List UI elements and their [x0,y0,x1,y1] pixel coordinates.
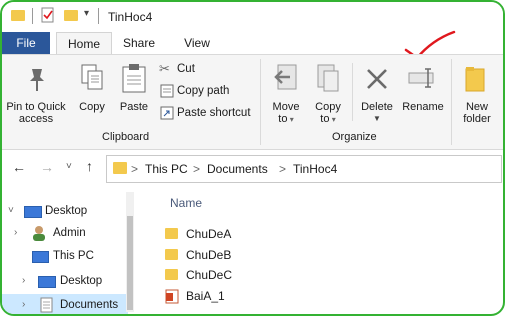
properties-icon[interactable] [41,7,55,23]
up-arrow-icon[interactable]: ↑ [86,158,93,174]
divider [352,63,353,121]
breadcrumb-separator: > [279,162,287,176]
delete-button[interactable]: Delete ▼ [356,57,398,129]
pin-label-2: access [18,113,54,125]
tree-item-desktop[interactable]: ˅ Desktop [2,200,132,222]
folder-icon [11,10,25,21]
copy-path-button[interactable]: Copy path [157,83,257,101]
user-icon [33,226,45,241]
copy-to-label-2: to ▾ [320,113,336,125]
organize-group-label: Organize [332,131,377,143]
scrollbar-thumb[interactable] [127,216,133,310]
divider [32,8,33,24]
tree-item-this-pc[interactable]: This PC [2,245,132,267]
breadcrumb-tinhoc4[interactable]: TinHoc4 [293,162,337,176]
copy-path-label: Copy path [177,85,230,97]
breadcrumb-separator: > [131,162,139,176]
paste-shortcut-label: Paste shortcut [177,107,251,119]
paste-label: Paste [119,101,149,113]
delete-label: Delete [361,101,393,113]
rename-button[interactable]: Rename [400,57,446,129]
address-bar[interactable]: > This PC > Documents > TinHoc4 [106,155,502,183]
computer-icon [32,251,49,263]
clipboard-group-label: Clipboard [102,131,150,143]
column-header-name[interactable]: Name [170,196,202,210]
copy-to-icon [317,64,339,92]
new-folder-button[interactable]: New folder [454,57,500,129]
tab-view[interactable]: View [172,32,222,54]
delete-dropdown-icon[interactable]: ▼ [356,113,398,125]
folder-icon [113,162,127,174]
breadcrumb-documents[interactable]: Documents [207,162,268,176]
new-folder-icon [465,67,485,92]
tree-label: Desktop [45,205,88,217]
paste-shortcut-icon [160,106,174,120]
folder-icon [165,269,178,280]
move-to-label-1: Move [272,101,300,113]
move-to-label-2: to ▾ [278,113,294,125]
file-name: ChuDeC [186,268,233,282]
customize-quick-access-icon[interactable]: ▾ [84,8,89,19]
rename-label: Rename [402,101,444,113]
rename-icon [408,68,434,88]
powerpoint-icon [165,289,179,304]
paste-icon [122,64,146,93]
cut-label: Cut [177,63,195,75]
pin-label-1: Pin to Quick [6,101,66,113]
copy-path-icon [160,84,174,98]
pin-to-quick-access-button[interactable]: Pin to Quick access [4,57,68,129]
desktop-icon [24,206,42,218]
copy-button[interactable]: Copy [72,57,112,129]
tab-file[interactable]: File [2,32,50,54]
explorer-window: ▾ TinHoc4 File Home Share View Pin to Qu… [0,0,505,316]
tab-share[interactable]: Share [116,32,162,54]
navigation-pane: ˅ Desktop › Admin This PC › Desktop › Do… [2,190,132,314]
forward-arrow-icon[interactable]: → [40,159,54,175]
tree-item-documents[interactable]: › Documents [2,294,128,314]
breadcrumb-this-pc[interactable]: This PC [145,162,188,176]
tree-label: This PC [53,250,94,262]
recent-locations-icon[interactable]: ˅ [66,161,72,172]
move-to-button[interactable]: Move to ▾ [266,57,306,129]
chevron-right-icon[interactable]: › [22,270,25,292]
desktop-icon [38,276,56,288]
chevron-down-icon[interactable]: ˅ [8,200,14,222]
back-arrow-icon[interactable]: ← [12,159,26,175]
window-title: TinHoc4 [108,10,153,24]
file-name: ChuDeB [186,248,232,262]
breadcrumb-separator: > [193,162,201,176]
divider [98,8,99,24]
copy-label: Copy [79,101,105,113]
tree-label: Documents [60,299,119,311]
paste-button[interactable]: Paste [114,57,154,129]
folder-icon [165,249,178,260]
move-to-icon [274,64,297,90]
scissors-icon: ✂ [159,61,170,76]
folder-icon [165,228,178,239]
tree-item-desktop-2[interactable]: › Desktop [2,270,132,292]
ribbon-home: Pin to Quick access Copy Paste ✂ Cut Cop… [2,54,503,150]
new-folder-label-2: folder [463,113,491,125]
tab-home[interactable]: Home [56,32,112,55]
new-folder-icon[interactable] [64,10,78,21]
delete-x-icon [367,69,387,89]
tree-item-admin[interactable]: › Admin [2,222,132,244]
nav-scrollbar[interactable] [126,192,134,312]
file-name: BaiA_1 [186,289,225,303]
chevron-right-icon[interactable]: › [14,222,17,244]
group-divider [451,59,452,145]
documents-icon [40,297,53,313]
copy-to-label-1: Copy [315,101,341,113]
file-name: ChuDeA [186,227,232,241]
cut-button[interactable]: ✂ Cut [157,61,257,79]
copy-to-button[interactable]: Copy to ▾ [308,57,348,129]
pin-icon [30,69,44,91]
new-folder-label-1: New [465,101,488,113]
copy-icon [81,64,103,90]
group-divider [260,59,261,145]
tree-label: Admin [53,227,86,239]
chevron-right-icon[interactable]: › [22,294,25,314]
paste-shortcut-button[interactable]: Paste shortcut [157,105,257,123]
tree-label: Desktop [60,275,103,287]
